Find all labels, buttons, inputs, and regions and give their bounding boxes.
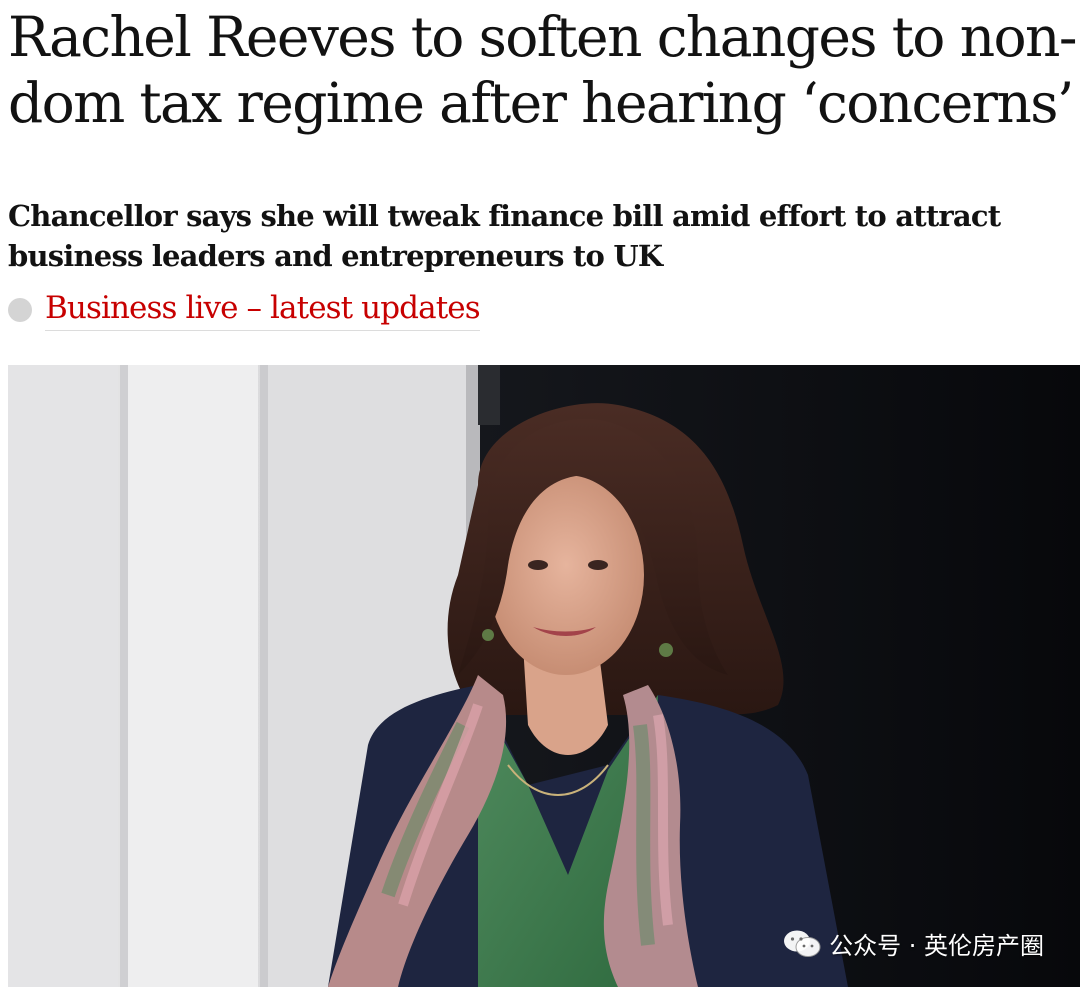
live-indicator-dot-icon bbox=[8, 298, 32, 322]
portrait-photo bbox=[8, 365, 1080, 987]
business-live-link[interactable]: Business live – latest updates bbox=[45, 289, 481, 331]
live-updates-row[interactable]: Business live – latest updates bbox=[8, 288, 481, 332]
watermark-text: 公众号 · 英伦房产圈 bbox=[829, 932, 1044, 960]
article-main-image: 公众号 · 英伦房产圈 bbox=[8, 365, 1080, 987]
image-watermark: 公众号 · 英伦房产圈 bbox=[783, 926, 1044, 961]
article-headline: Rachel Reeves to soften changes to non-d… bbox=[8, 5, 1077, 135]
wechat-icon bbox=[784, 930, 821, 957]
article-standfirst: Chancellor says she will tweak finance b… bbox=[8, 199, 1001, 273]
